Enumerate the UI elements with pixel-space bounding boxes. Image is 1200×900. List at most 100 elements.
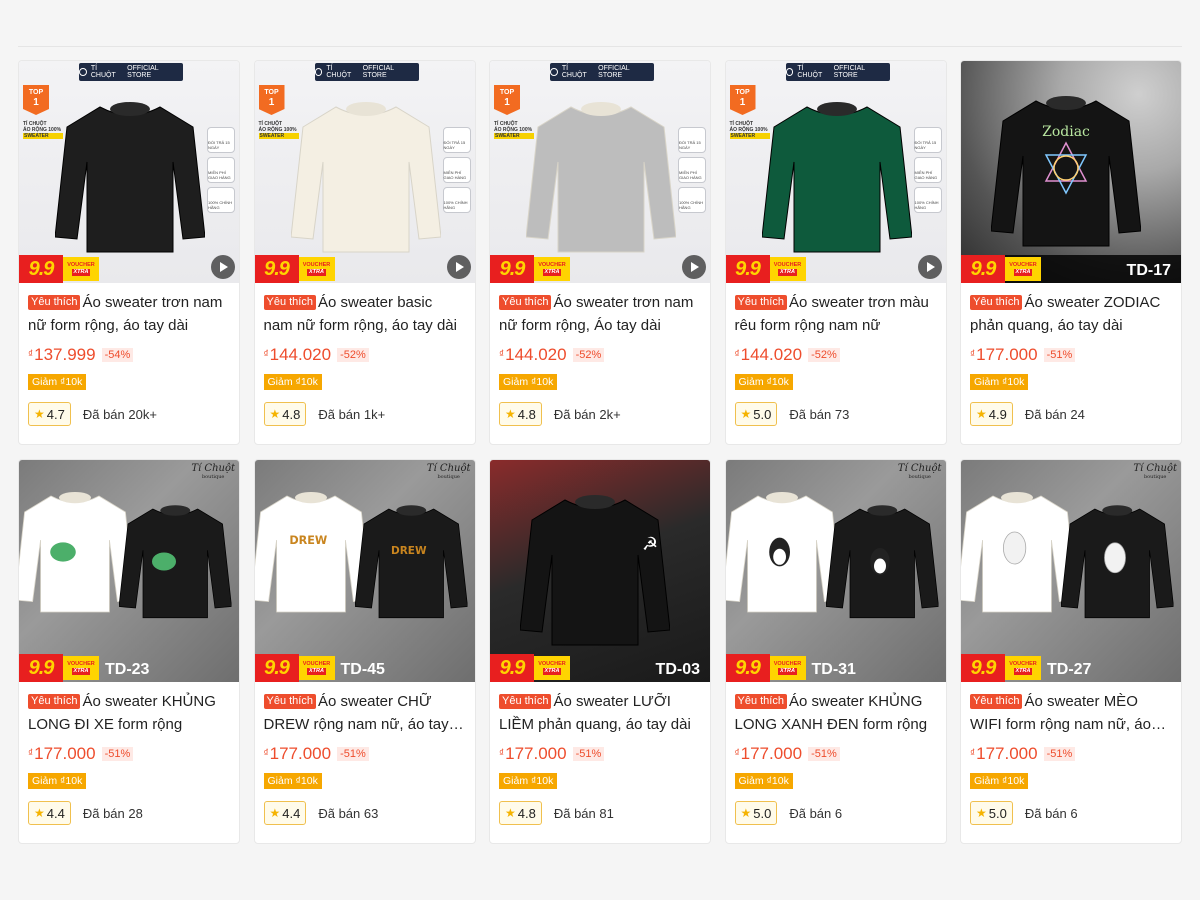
free-ship-icon: MIỄN PHÍ GIAO HÀNG (913, 157, 942, 183)
product-image[interactable]: DREW DREW Tí Chuột boutique 9.9 VOUCHER XT… (254, 460, 475, 682)
product-title[interactable]: Yêu thích Áo sweater trơn màu rêu form rộ… (734, 291, 937, 337)
sweater-image (525, 87, 677, 262)
star-icon: ★ (269, 806, 281, 820)
product-card[interactable]: TÍ CHUỘT OFFICIAL STORE TOP 1 TÍ CHUỘT ÁO RỘN… (18, 60, 240, 445)
product-price: ₫144.020 (499, 345, 567, 365)
product-title[interactable]: Yêu thích Áo sweater LƯỠI LIỀM phản quang… (499, 690, 701, 736)
product-image[interactable]: Tí Chuột boutique 9.9 VOUCHER XTRA TD-23 (19, 460, 239, 682)
currency-symbol: ₫ (734, 349, 740, 360)
top-label: TOP (735, 89, 750, 96)
coupon-badge: Giảm ₫10k (28, 773, 87, 789)
product-title[interactable]: Yêu thích Áo sweater KHỦNG LONG XANH ĐEN … (734, 690, 937, 736)
product-title[interactable]: Yêu thích Áo sweater trơn nam nữ form rộn… (28, 291, 230, 337)
store-tag: TÍ CHUỘT OFFICIAL STORE (785, 63, 890, 81)
price-row: ₫137.999 -54% (28, 345, 230, 365)
sweater-image (54, 87, 206, 262)
product-card[interactable]: TÍ CHUỘT OFFICIAL STORE TOP 1 TÍ CHUỘT ÁO RỘN… (724, 60, 947, 445)
store-logo-icon (79, 68, 87, 76)
product-image[interactable]: TÍ CHUỘT OFFICIAL STORE TOP 1 TÍ CHUỘT ÁO RỘN… (19, 61, 239, 283)
voucher-label: VOUCHER (773, 661, 802, 667)
authentic-icon: 100% CHÍNH HÃNG (207, 187, 235, 213)
rating-value: 4.9 (988, 406, 1007, 422)
product-code: TD-03 (655, 661, 700, 678)
rating-badge: ★ 4.9 (970, 402, 1013, 426)
product-price: ₫177.000 (28, 744, 96, 764)
product-image[interactable]: TÍ CHUỘT OFFICIAL STORE TOP 1 TÍ CHUỘT ÁO RỘN… (254, 61, 475, 283)
top-number: 1 (33, 97, 39, 108)
voucher-badge: VOUCHER XTRA (63, 656, 99, 680)
star-icon: ★ (505, 806, 516, 820)
sold-count: Đã bán 1k+ (318, 406, 386, 422)
voucher-badge: VOUCHER XTRA (769, 257, 806, 281)
return-icon: ĐỔI TRẢ 15 NGÀY (913, 127, 942, 153)
product-title[interactable]: Yêu thích Áo sweater KHỦNG LONG ĐI XE for… (28, 690, 230, 736)
product-card[interactable]: Tí Chuột boutique 9.9 VOUCHER XTRA TD-31 Y… (724, 459, 947, 844)
play-video-icon[interactable] (446, 255, 471, 279)
xtra-label: XTRA (542, 269, 562, 276)
product-image[interactable]: TÍ CHUỘT OFFICIAL STORE TOP 1 TÍ CHUỘT ÁO RỘN… (725, 61, 946, 283)
product-card[interactable]: Tí Chuột boutique 9.9 VOUCHER XTRA TD-27 Y… (960, 459, 1182, 844)
product-image[interactable]: ☭ 9.9 VOUCHER XTRA TD-03 (490, 460, 710, 682)
star-icon: ★ (505, 407, 516, 421)
product-card[interactable]: DREW DREW Tí Chuột boutique 9.9 VOUCHER XT… (253, 459, 476, 844)
product-card[interactable]: ☭ 9.9 VOUCHER XTRA TD-03 Yêu thích Áo swea… (489, 459, 711, 844)
product-info: Yêu thích Áo sweater MÈO WIFI form rộng n… (961, 682, 1181, 825)
product-title[interactable]: Yêu thích Áo sweater MÈO WIFI form rộng n… (970, 690, 1172, 736)
product-image[interactable]: Tí Chuột boutique 9.9 VOUCHER XTRA TD-31 (725, 460, 946, 682)
product-image[interactable]: Zodiac 9.9 VOUCHER XTRA TD-17 (961, 61, 1181, 283)
discount-badge: -52% (572, 348, 605, 362)
discount-badge: -54% (101, 348, 134, 362)
svg-text:DREW: DREW (289, 534, 327, 547)
product-meta: ★ 4.9 Đã bán 24 (970, 402, 1172, 426)
product-card[interactable]: TÍ CHUỘT OFFICIAL STORE TOP 1 TÍ CHUỘT ÁO RỘN… (489, 60, 711, 445)
sweater-image (760, 87, 913, 262)
rating-badge: ★ 5.0 (734, 402, 778, 426)
authentic-icon: 100% CHÍNH HÃNG (442, 187, 471, 213)
promo-99: 9.9 (961, 654, 1005, 682)
play-video-icon[interactable] (917, 255, 942, 279)
product-card[interactable]: TÍ CHUỘT OFFICIAL STORE TOP 1 TÍ CHUỘT ÁO RỘN… (253, 60, 476, 445)
rating-badge: ★ 5.0 (734, 801, 778, 825)
product-image[interactable]: TÍ CHUỘT OFFICIAL STORE TOP 1 TÍ CHUỘT ÁO RỘN… (490, 61, 710, 283)
product-title[interactable]: Yêu thích Áo sweater trơn nam nữ form rộn… (499, 291, 701, 337)
play-video-icon[interactable] (211, 255, 235, 279)
store-name: TÍ CHUỘT (326, 65, 352, 79)
product-info: Yêu thích Áo sweater basic nam nữ form rộ… (255, 283, 475, 426)
product-title[interactable]: Yêu thích Áo sweater CHỮ DREW rộng nam nữ… (263, 690, 466, 736)
top-number: 1 (268, 97, 275, 108)
product-title[interactable]: Yêu thích Áo sweater basic nam nữ form rộ… (263, 291, 466, 337)
discount-badge: -51% (337, 747, 369, 761)
store-official: OFFICIAL STORE (127, 65, 159, 79)
product-title[interactable]: Yêu thích Áo sweater ZODIAC phản quang, á… (970, 291, 1172, 337)
store-name: TÍ CHUỘT (90, 65, 116, 79)
price-row: ₫144.020 -52% (264, 345, 466, 365)
svg-text:Zodiac: Zodiac (1042, 124, 1090, 140)
sweater-black-image (1060, 494, 1174, 625)
store-tag: TÍ CHUỘT OFFICIAL STORE (79, 63, 183, 81)
product-image[interactable]: Tí Chuột boutique 9.9 VOUCHER XTRA TD-27 (961, 460, 1181, 682)
star-icon: ★ (740, 806, 752, 820)
play-video-icon[interactable] (682, 255, 706, 279)
coupon-badge: Giảm ₫10k (499, 374, 558, 390)
sweater-black-image (118, 494, 232, 625)
promo-badge: 9.9 VOUCHER XTRA (19, 654, 99, 682)
product-card[interactable]: Tí Chuột boutique 9.9 VOUCHER XTRA TD-23 Y… (18, 459, 240, 844)
promo-badge: 9.9 VOUCHER XTRA (254, 654, 335, 682)
sweater-white-image: DREW (254, 480, 371, 620)
sweater-image (289, 87, 442, 262)
favorite-badge: Yêu thích (499, 295, 552, 310)
store-logo-icon (785, 68, 794, 76)
product-code: TD-27 (1047, 661, 1092, 678)
voucher-label: VOUCHER (773, 262, 802, 268)
promo-badge: 9.9 VOUCHER XTRA (19, 255, 99, 283)
xtra-label: XTRA (1013, 269, 1033, 276)
product-meta: ★ 5.0 Đã bán 6 (970, 801, 1172, 825)
product-card[interactable]: Zodiac 9.9 VOUCHER XTRA TD-17 Yêu thích Áo… (960, 60, 1182, 445)
voucher-label: VOUCHER (1009, 262, 1037, 268)
promo-99: 9.9 (490, 654, 534, 682)
currency-symbol: ₫ (28, 349, 34, 360)
voucher-label: VOUCHER (67, 262, 95, 268)
coupon-badge: Giảm ₫10k (499, 773, 558, 789)
product-price: ₫177.000 (735, 744, 803, 764)
svg-text:☭: ☭ (642, 534, 658, 555)
